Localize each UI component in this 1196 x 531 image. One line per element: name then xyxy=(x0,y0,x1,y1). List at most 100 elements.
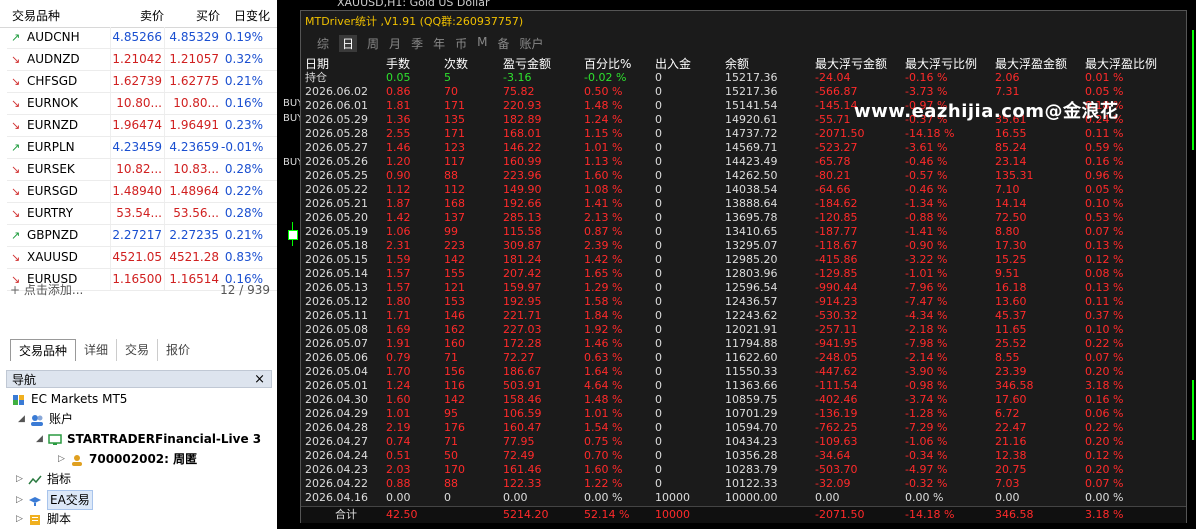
symbol-row[interactable]: ↘ CHFSGD 1.62739 1.62775 0.21% xyxy=(7,71,277,93)
close-icon[interactable]: × xyxy=(254,371,265,389)
symbol-row[interactable]: ↗ AUDCNH 4.85266 4.85329 0.19% xyxy=(7,27,277,49)
tree-broker[interactable]: EC Markets MT5 xyxy=(12,390,127,408)
stats-cell: 2026.04.16 xyxy=(305,491,368,504)
stats-row: 2026.05.07 1.91 160 172.28 1.46 % 0 11794.88 -9… xyxy=(305,337,1165,351)
chart-right-edge xyxy=(1192,380,1194,440)
header-bid[interactable]: 卖价 xyxy=(110,6,164,27)
stats-cell: -109.63 xyxy=(815,435,858,448)
tree-indicators[interactable]: ▷ 指标 xyxy=(16,470,71,488)
column-header[interactable]: 百分比% xyxy=(584,56,655,71)
tab-ticks[interactable]: 报价 xyxy=(158,339,198,361)
arrow-up-icon: ↗ xyxy=(11,229,21,242)
column-header[interactable]: 日期 xyxy=(305,56,386,71)
tree-experts[interactable]: ▷ EA交易 xyxy=(16,490,93,510)
market-watch-list: ↗ AUDCNH 4.85266 4.85329 0.19% ↘ AUDNZD 1.21042… xyxy=(7,27,277,291)
tab-symbols[interactable]: 交易品种 xyxy=(10,339,77,361)
period-tab[interactable]: M xyxy=(477,35,487,52)
header-change[interactable]: 日变化 xyxy=(220,6,270,27)
stats-cell: 0.96 % xyxy=(1085,169,1124,182)
stats-cell: 2026.05.12 xyxy=(305,295,368,308)
expand-icon[interactable]: ▷ xyxy=(58,450,68,468)
stats-cell: -523.27 xyxy=(815,141,858,154)
tab-details[interactable]: 详细 xyxy=(76,339,118,361)
symbol-row[interactable]: ↗ GBPNZD 2.27217 2.27235 0.21% xyxy=(7,225,277,247)
symbol-row[interactable]: ↘ EURSEK 10.82... 10.83... 0.28% xyxy=(7,159,277,181)
expand-icon[interactable]: ▷ xyxy=(16,470,26,488)
total-cell: 10000 xyxy=(655,508,690,521)
symbol-row[interactable]: ↘ EURSGD 1.48940 1.48964 0.22% xyxy=(7,181,277,203)
stats-cell: 0.90 xyxy=(386,169,411,182)
stats-cell: 1.15 % xyxy=(584,127,623,140)
symbol-row[interactable]: ↘ EURTRY 53.54... 53.56... 0.28% xyxy=(7,203,277,225)
expand-icon[interactable]: ▷ xyxy=(16,491,26,509)
total-cell: 42.50 xyxy=(386,508,418,521)
collapse-icon[interactable]: ◢ xyxy=(36,430,46,448)
column-header[interactable]: 最大浮盈比例 xyxy=(1085,56,1165,71)
symbol-row[interactable]: ↘ AUDNZD 1.21042 1.21057 0.32% xyxy=(7,49,277,71)
stats-cell: 155 xyxy=(444,267,465,280)
tab-trading[interactable]: 交易 xyxy=(117,339,159,361)
header-ask[interactable]: 买价 xyxy=(164,6,220,27)
header-symbol[interactable]: 交易品种 xyxy=(0,6,110,27)
period-tab[interactable]: 综 xyxy=(317,35,329,52)
period-tab[interactable]: 账户 xyxy=(519,35,543,52)
stats-cell: 0.50 % xyxy=(584,85,623,98)
stats-cell: -120.85 xyxy=(815,211,858,224)
stats-cell: 88 xyxy=(444,477,458,490)
stats-cell: 0 xyxy=(655,211,662,224)
tree-accounts[interactable]: ◢ 账户 xyxy=(18,410,73,428)
stats-cell: -7.47 % xyxy=(905,295,948,308)
stats-cell: 2026.05.06 xyxy=(305,351,368,364)
column-header[interactable]: 次数 xyxy=(444,56,503,71)
stats-cell: 70 xyxy=(444,85,458,98)
stats-cell: 2026.05.28 xyxy=(305,127,368,140)
stats-cell: 0 xyxy=(655,85,662,98)
period-tab[interactable]: 季 xyxy=(411,35,423,52)
stats-cell: 2026.06.02 xyxy=(305,85,368,98)
stats-cell: -111.54 xyxy=(815,379,858,392)
stats-cell: 12.38 xyxy=(995,449,1027,462)
column-header[interactable]: 最大浮亏金额 xyxy=(815,56,905,71)
stats-cell: 182.89 xyxy=(503,113,542,126)
expand-icon[interactable]: ▷ xyxy=(16,510,26,528)
stats-cell: 8.55 xyxy=(995,351,1020,364)
stats-cell: 7.03 xyxy=(995,477,1020,490)
stats-row: 2026.04.28 2.19 176 160.47 1.54 % 0 10594.70 -7… xyxy=(305,421,1165,435)
stats-cell: 2026.05.14 xyxy=(305,267,368,280)
tree-server[interactable]: ◢ STARTRADERFinancial-Live 3 xyxy=(36,430,261,448)
stats-cell: 153 xyxy=(444,295,465,308)
add-symbol-row[interactable]: + 点击添加... 12 / 939 xyxy=(10,280,270,300)
stats-row: 2026.05.13 1.57 121 159.97 1.29 % 0 12596.54 -9… xyxy=(305,281,1165,295)
column-header[interactable]: 最大浮盈金额 xyxy=(995,56,1085,71)
stats-cell: 2026.05.01 xyxy=(305,379,368,392)
symbol-row[interactable]: ↘ EURNZD 1.96474 1.96491 0.23% xyxy=(7,115,277,137)
stats-cell: 0 xyxy=(655,183,662,196)
stats-cell: 4.64 % xyxy=(584,379,623,392)
column-header[interactable]: 手数 xyxy=(386,56,444,71)
tree-scripts[interactable]: ▷ 脚本 xyxy=(16,510,71,528)
column-header[interactable]: 盈亏金额 xyxy=(503,56,584,71)
total-cell: -2071.50 xyxy=(815,508,865,521)
symbol-row[interactable]: ↘ EURNOK 10.80... 10.80... 0.16% xyxy=(7,93,277,115)
symbol-name: GBPNZD xyxy=(27,228,79,242)
period-tab[interactable]: 币 xyxy=(455,35,467,52)
tree-account[interactable]: ▷ 700002002: 周匿 xyxy=(58,450,197,468)
collapse-icon[interactable]: ◢ xyxy=(18,410,28,428)
period-tab[interactable]: 年 xyxy=(433,35,445,52)
stats-cell: -1.41 % xyxy=(905,225,948,238)
stats-cell: 1.91 xyxy=(386,337,411,350)
stats-cell: 16.55 xyxy=(995,127,1027,140)
period-tab[interactable]: 周 xyxy=(367,35,379,52)
period-tab[interactable]: 备 xyxy=(497,35,509,52)
column-header[interactable]: 出入金 xyxy=(655,56,725,71)
stats-cell: -248.05 xyxy=(815,351,858,364)
bid-cell: 2.27217 xyxy=(110,225,164,246)
column-header[interactable]: 最大浮亏比例 xyxy=(905,56,995,71)
period-tab[interactable]: 月 xyxy=(389,35,401,52)
period-tab[interactable]: 日 xyxy=(339,35,358,52)
symbol-row[interactable]: ↘ XAUUSD 4521.05 4521.28 0.83% xyxy=(7,247,277,269)
arrow-down-icon: ↘ xyxy=(11,75,21,88)
symbol-row[interactable]: ↗ EURPLN 4.23459 4.23659 -0.01% xyxy=(7,137,277,159)
stats-cell: -0.98 % xyxy=(905,379,948,392)
column-header[interactable]: 余额 xyxy=(725,56,815,71)
